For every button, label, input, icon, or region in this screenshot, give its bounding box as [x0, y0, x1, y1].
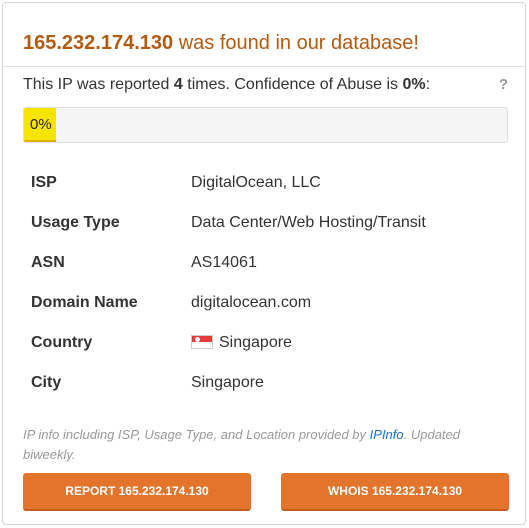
- ip-result-card: 165.232.174.130 was found in our databas…: [2, 2, 526, 525]
- report-suffix: :: [425, 76, 431, 93]
- info-value: Data Center/Web Hosting/Transit: [191, 214, 426, 231]
- info-key: ISP: [31, 174, 57, 191]
- info-key: Country: [31, 334, 93, 351]
- title-suffix: was found in our database!: [173, 32, 419, 54]
- info-row-usage-type: Usage Type Data Center/Web Hosting/Trans…: [31, 203, 426, 243]
- confidence-progress-bar: 0%: [23, 107, 508, 143]
- singapore-flag-icon: [191, 335, 213, 349]
- page-title: 165.232.174.130 was found in our databas…: [23, 32, 419, 55]
- info-row-country: Country Singapore: [31, 323, 426, 363]
- country-name: Singapore: [219, 334, 292, 351]
- info-key: City: [31, 374, 62, 391]
- report-count: 4: [173, 76, 183, 93]
- info-key: Domain Name: [31, 294, 138, 311]
- whois-ip-button[interactable]: WHOIS 165.232.174.130: [281, 473, 509, 511]
- confidence-progress-label: 0%: [30, 116, 52, 133]
- info-value: Singapore: [191, 374, 264, 391]
- info-value-country: Singapore: [191, 323, 426, 363]
- info-key: ASN: [31, 254, 65, 271]
- help-icon[interactable]: ?: [499, 76, 508, 93]
- info-value: digitalocean.com: [191, 294, 312, 311]
- title-ip: 165.232.174.130: [23, 32, 174, 54]
- info-row-domain: Domain Name digitalocean.com: [31, 283, 426, 323]
- info-value: DigitalOcean, LLC: [191, 174, 321, 191]
- ipinfo-link[interactable]: IPInfo: [370, 427, 404, 442]
- confidence-value: 0%: [402, 76, 426, 93]
- info-key: Usage Type: [31, 214, 120, 231]
- info-value: AS14061: [191, 254, 257, 271]
- report-summary: This IP was reported 4 times. Confidence…: [23, 76, 430, 94]
- report-middle: times. Confidence of Abuse is: [182, 76, 403, 93]
- info-row-isp: ISP DigitalOcean, LLC: [31, 163, 426, 203]
- ip-info-table: ISP DigitalOcean, LLC Usage Type Data Ce…: [31, 163, 426, 403]
- info-row-city: City Singapore: [31, 363, 426, 403]
- divider: [3, 66, 525, 67]
- note-prefix: IP info including ISP, Usage Type, and L…: [23, 427, 370, 442]
- info-row-asn: ASN AS14061: [31, 243, 426, 283]
- report-prefix: This IP was reported: [23, 76, 174, 93]
- report-ip-button[interactable]: REPORT 165.232.174.130: [23, 473, 251, 511]
- ipinfo-note: IP info including ISP, Usage Type, and L…: [23, 425, 493, 465]
